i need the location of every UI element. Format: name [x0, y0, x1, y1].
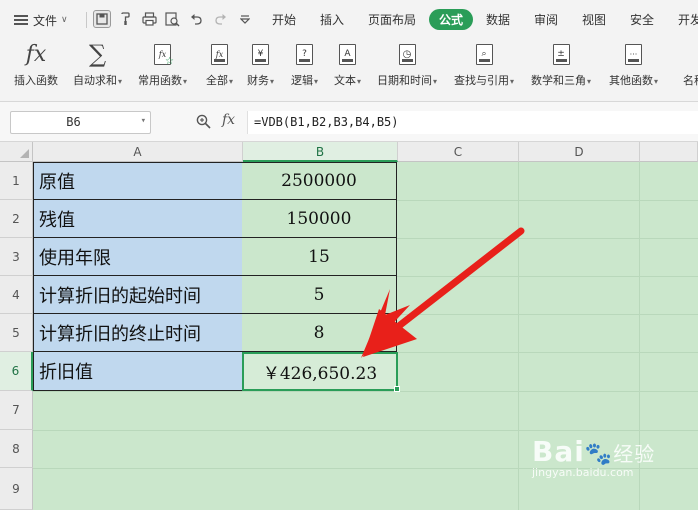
menu-bar: 文件 ∨ 开始 插入 页面布局 公式 数据 审阅 视图 安全 开发: [0, 0, 698, 38]
gridline: [33, 430, 698, 431]
favorite-function-icon: fx ☆: [154, 43, 174, 67]
row-header-4[interactable]: 4: [0, 276, 33, 314]
gridline: [33, 391, 698, 392]
text-icon: A: [339, 43, 356, 65]
file-menu-label: 文件: [33, 13, 58, 28]
column-header-a[interactable]: A: [33, 142, 243, 162]
format-painter-icon[interactable]: [116, 10, 134, 28]
math-trig-label: 数学和三角: [531, 74, 586, 87]
lookup-reference-label: 查找与引用: [454, 74, 509, 87]
common-functions-button[interactable]: fx ☆ 常用函数▾: [138, 40, 187, 88]
spreadsheet-grid[interactable]: A B C D 1 2 3 4 5 6 7 8 9 原值 残值 使用年限 计算折…: [0, 142, 698, 510]
baidu-watermark-logo: Bai🐾经验 jingyan.baidu.com: [532, 435, 656, 479]
row-header-7[interactable]: 7: [0, 391, 33, 430]
undo-icon[interactable]: [187, 10, 205, 28]
cell-a2[interactable]: 残值: [33, 200, 243, 238]
row-header-1[interactable]: 1: [0, 162, 33, 200]
math-icon: ±: [552, 43, 570, 65]
cell-b1[interactable]: 2500000: [242, 162, 397, 200]
more-functions-button[interactable]: ··· 其他函数▾: [609, 40, 658, 88]
row-header-3[interactable]: 3: [0, 238, 33, 276]
autosum-label: 自动求和: [73, 74, 117, 87]
tab-data[interactable]: 数据: [486, 11, 510, 28]
cell-a4[interactable]: 计算折旧的起始时间: [33, 276, 243, 314]
row-header-9[interactable]: 9: [0, 468, 33, 510]
ribbon-toolbar: fx 插入函数 ∑ 自动求和▾ fx ☆ 常用函数▾ fx 全部▾ ¥ 财务▾ ?…: [0, 38, 698, 102]
select-all-corner[interactable]: [0, 142, 33, 162]
date-time-button[interactable]: ◷ 日期和时间▾: [377, 40, 437, 88]
text-button[interactable]: A 文本▾: [334, 40, 361, 88]
tab-view[interactable]: 视图: [582, 11, 606, 28]
logic-button[interactable]: ? 逻辑▾: [291, 40, 318, 88]
hamburger-icon: [14, 15, 28, 25]
sigma-icon: ∑: [88, 40, 107, 68]
row-header-6[interactable]: 6: [0, 352, 33, 391]
insert-function-button[interactable]: fx 插入函数: [14, 40, 58, 88]
logic-label: 逻辑: [291, 74, 313, 87]
tab-security[interactable]: 安全: [630, 11, 654, 28]
print-icon[interactable]: [140, 10, 158, 28]
formula-input[interactable]: =VDB(B1,B2,B3,B4,B5): [247, 111, 698, 134]
fx-icon: fx: [25, 41, 47, 67]
lookup-reference-button[interactable]: ⌕ 查找与引用▾: [454, 40, 514, 88]
row-header-5[interactable]: 5: [0, 314, 33, 352]
tab-insert[interactable]: 插入: [320, 11, 344, 28]
tab-formulas[interactable]: 公式: [429, 9, 474, 30]
all-functions-icon: fx: [211, 43, 228, 65]
name-box[interactable]: B6 ▾: [10, 111, 151, 134]
math-trig-button[interactable]: ± 数学和三角▾: [531, 40, 591, 88]
finance-label: 财务: [247, 74, 269, 87]
chevron-down-icon[interactable]: ▾: [141, 116, 146, 126]
save-icon[interactable]: [93, 10, 111, 28]
tab-home[interactable]: 开始: [272, 11, 296, 28]
cell-a5[interactable]: 计算折旧的终止时间: [33, 314, 243, 352]
column-header-e[interactable]: [640, 142, 698, 162]
cell-a6[interactable]: 折旧值: [33, 352, 243, 391]
autosum-button[interactable]: ∑ 自动求和▾: [73, 40, 122, 88]
text-label: 文本: [334, 74, 356, 87]
tab-review[interactable]: 审阅: [534, 11, 558, 28]
insert-function-label: 插入函数: [14, 74, 58, 87]
file-menu[interactable]: 文件 ∨: [14, 11, 68, 29]
customize-toolbar-icon[interactable]: [236, 10, 254, 28]
finance-icon: ¥: [252, 43, 269, 65]
column-header-d[interactable]: D: [519, 142, 640, 162]
divider: [86, 12, 87, 28]
finance-button[interactable]: ¥ 财务▾: [247, 40, 274, 88]
more-functions-icon: ···: [625, 43, 642, 65]
print-preview-icon[interactable]: [163, 10, 181, 28]
clock-icon: ◷: [398, 43, 416, 65]
more-functions-label: 其他函数: [609, 74, 653, 87]
column-header-b[interactable]: B: [243, 142, 398, 162]
tab-page-layout[interactable]: 页面布局: [368, 11, 416, 28]
chevron-down-icon: ∨: [61, 15, 68, 25]
insert-function-icon[interactable]: fx: [222, 112, 235, 128]
all-functions-button[interactable]: fx 全部▾: [206, 40, 233, 88]
cell-a3[interactable]: 使用年限: [33, 238, 243, 276]
row-header-2[interactable]: 2: [0, 200, 33, 238]
fill-handle[interactable]: [394, 386, 400, 392]
date-time-label: 日期和时间: [377, 74, 432, 87]
zoom-icon[interactable]: [196, 114, 211, 129]
name-manager-label: 名称: [683, 74, 698, 87]
lookup-icon: ⌕: [475, 43, 493, 65]
formula-bar: B6 ▾ fx =VDB(B1,B2,B3,B4,B5): [0, 102, 698, 142]
column-header-c[interactable]: C: [398, 142, 519, 162]
red-arrow-annotation: [361, 227, 525, 358]
tab-developer[interactable]: 开发: [678, 11, 698, 28]
logic-icon: ?: [296, 43, 313, 65]
common-functions-label: 常用函数: [138, 74, 182, 87]
cell-a1[interactable]: 原值: [33, 162, 243, 200]
name-box-value: B6: [66, 115, 81, 129]
all-functions-label: 全部: [206, 74, 228, 87]
name-manager-button[interactable]: 名称: [683, 40, 698, 88]
redo-icon[interactable]: [211, 10, 229, 28]
row-header-8[interactable]: 8: [0, 430, 33, 468]
